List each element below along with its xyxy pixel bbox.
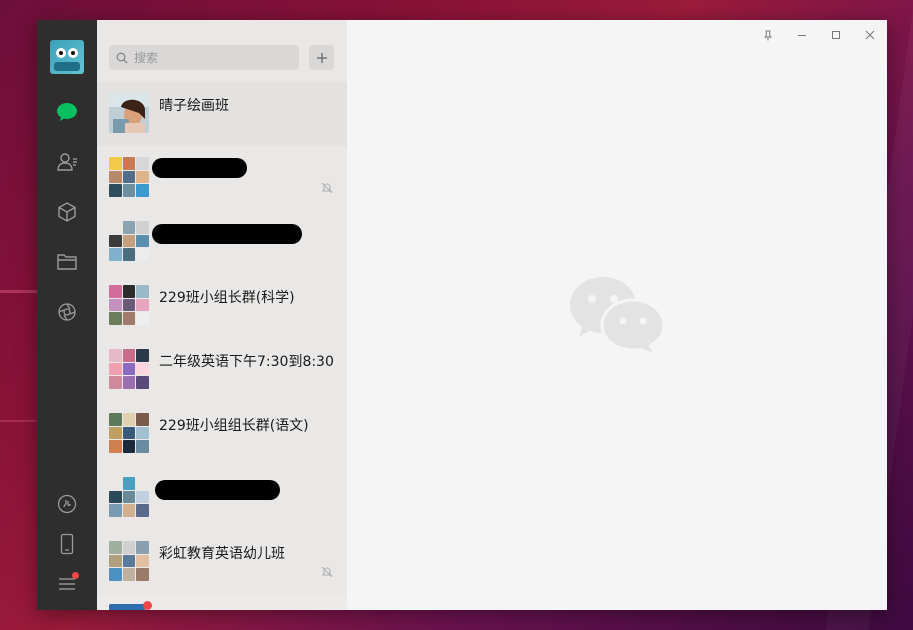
wechat-window: 晴子绘画班 bbox=[37, 20, 887, 610]
phone-icon[interactable] bbox=[55, 532, 79, 556]
chat-item[interactable]: 二年级英语下午7:30到8:30 bbox=[97, 338, 347, 402]
avatar-eye bbox=[56, 48, 66, 58]
search-input[interactable] bbox=[132, 49, 286, 66]
mute-bell-icon bbox=[321, 566, 333, 578]
chat-avatar bbox=[109, 285, 149, 325]
chat-avatar bbox=[109, 541, 149, 581]
chat-avatar bbox=[109, 157, 149, 197]
chat-item[interactable]: 彩虹教育英语幼儿班 bbox=[97, 530, 347, 594]
close-icon[interactable] bbox=[863, 28, 877, 42]
menu-notification-dot bbox=[72, 572, 79, 579]
chat-avatar bbox=[109, 413, 149, 453]
favorites-icon[interactable] bbox=[55, 200, 79, 224]
chat-item[interactable] bbox=[97, 594, 347, 610]
chat-avatar bbox=[109, 349, 149, 389]
chat-item[interactable]: 229班小组组长群(语文) bbox=[97, 402, 347, 466]
chat-item[interactable]: 晴子绘画班 bbox=[97, 82, 347, 146]
redacted-name bbox=[152, 224, 302, 244]
chat-name: 229班小组组长群(语文) bbox=[159, 418, 309, 434]
wechat-logo-icon bbox=[570, 277, 665, 353]
minimize-icon[interactable] bbox=[795, 28, 809, 42]
chat-avatar bbox=[109, 477, 149, 517]
chat-item[interactable] bbox=[97, 146, 347, 210]
chat-list-panel: 晴子绘画班 bbox=[97, 20, 347, 610]
wallpaper-stripe bbox=[0, 420, 37, 422]
mini-program-icon[interactable] bbox=[55, 492, 79, 516]
maximize-icon[interactable] bbox=[829, 28, 843, 42]
redacted-name bbox=[152, 158, 247, 178]
avatar-mouth bbox=[54, 62, 80, 71]
contacts-icon[interactable] bbox=[55, 150, 79, 174]
mute-bell-icon bbox=[321, 182, 333, 194]
search-icon bbox=[116, 52, 128, 63]
files-icon[interactable] bbox=[55, 250, 79, 274]
add-chat-button[interactable] bbox=[309, 45, 334, 70]
chat-name: 二年级英语下午7:30到8:30 bbox=[159, 354, 334, 370]
chat-item[interactable] bbox=[97, 466, 347, 530]
chat-name: 229班小组长群(科学) bbox=[159, 290, 295, 306]
main-empty-area bbox=[347, 20, 887, 610]
search-bar[interactable] bbox=[109, 45, 299, 70]
chat-avatar bbox=[109, 604, 145, 610]
wallpaper-stripe bbox=[0, 290, 37, 293]
menu-icon[interactable] bbox=[55, 572, 79, 596]
pin-icon[interactable] bbox=[761, 28, 775, 42]
plus-icon bbox=[316, 52, 327, 63]
chat-icon[interactable] bbox=[55, 100, 79, 124]
nav-rail bbox=[37, 20, 97, 610]
avatar-eye bbox=[68, 48, 78, 58]
chat-name: 晴子绘画班 bbox=[159, 98, 229, 114]
chat-item[interactable] bbox=[97, 210, 347, 274]
chat-avatar bbox=[109, 221, 149, 261]
unread-badge bbox=[143, 601, 152, 610]
user-avatar[interactable] bbox=[50, 40, 84, 74]
chat-item[interactable]: 229班小组长群(科学) bbox=[97, 274, 347, 338]
moments-icon[interactable] bbox=[55, 300, 79, 324]
redacted-name bbox=[155, 480, 280, 500]
chat-name: 彩虹教育英语幼儿班 bbox=[159, 546, 285, 562]
chat-avatar bbox=[109, 93, 149, 133]
